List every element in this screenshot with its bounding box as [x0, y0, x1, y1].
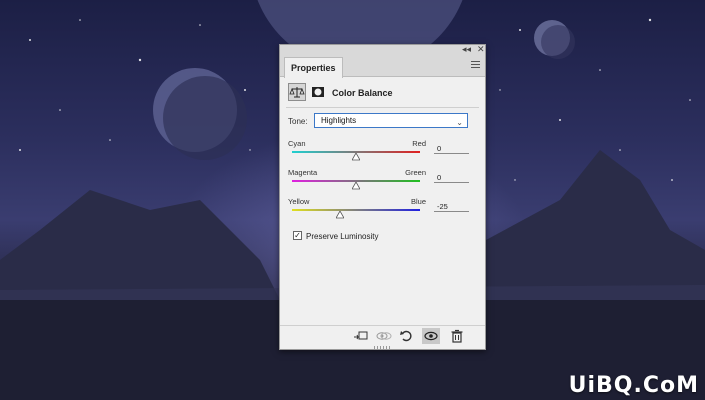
- divider: [286, 107, 479, 108]
- color-balance-icon[interactable]: [288, 83, 306, 101]
- panel-tab-bar: Properties: [280, 55, 485, 78]
- panel-title-strip: ◂◂ ✕: [280, 44, 485, 55]
- yellow-blue-track[interactable]: [292, 209, 420, 211]
- resize-grip[interactable]: [374, 346, 392, 349]
- close-panel-icon[interactable]: ✕: [477, 44, 485, 54]
- yellow-blue-thumb[interactable]: [336, 211, 344, 219]
- preserve-luminosity-checkbox[interactable]: ✓: [293, 231, 302, 240]
- yellow-blue-slider: Yellow Blue -25: [288, 197, 478, 227]
- visibility-icon[interactable]: [422, 328, 440, 344]
- panel-menu-icon[interactable]: [471, 61, 480, 70]
- cyan-red-value[interactable]: 0: [434, 143, 469, 154]
- magenta-green-slider: Magenta Green 0: [288, 168, 478, 198]
- slider-right-label: Red: [412, 139, 426, 148]
- cyan-red-slider: Cyan Red 0: [288, 139, 478, 169]
- reset-icon[interactable]: [398, 328, 416, 344]
- layer-mask-icon[interactable]: [309, 83, 327, 101]
- slider-left-label: Magenta: [288, 168, 318, 177]
- slider-right-label: Blue: [410, 197, 426, 206]
- tone-dropdown[interactable]: Highlights ⌄: [314, 113, 468, 128]
- preserve-luminosity-label: Preserve Luminosity: [306, 232, 379, 241]
- tone-label: Tone:: [288, 117, 308, 126]
- slider-right-label: Green: [405, 168, 426, 177]
- clip-to-layer-icon[interactable]: [352, 328, 370, 344]
- adjustment-title: Color Balance: [332, 88, 393, 98]
- view-previous-icon[interactable]: [375, 328, 393, 344]
- magenta-green-thumb[interactable]: [352, 182, 360, 190]
- cyan-red-thumb[interactable]: [352, 153, 360, 161]
- properties-panel: ◂◂ ✕ Properties Color Balance Tone: High…: [279, 44, 486, 350]
- delete-icon[interactable]: [448, 328, 466, 344]
- chevron-down-icon: ⌄: [456, 118, 463, 127]
- yellow-blue-value[interactable]: -25: [434, 201, 469, 212]
- panel-toolbar: [280, 325, 485, 345]
- slider-left-label: Cyan: [288, 139, 306, 148]
- tab-properties[interactable]: Properties: [284, 57, 343, 78]
- tone-selected-value: Highlights: [321, 116, 357, 125]
- watermark-logo: UiBQ.CoM: [568, 373, 699, 398]
- magenta-green-value[interactable]: 0: [434, 172, 469, 183]
- collapse-panel-icon[interactable]: ◂◂: [462, 44, 471, 54]
- slider-left-label: Yellow: [288, 197, 310, 206]
